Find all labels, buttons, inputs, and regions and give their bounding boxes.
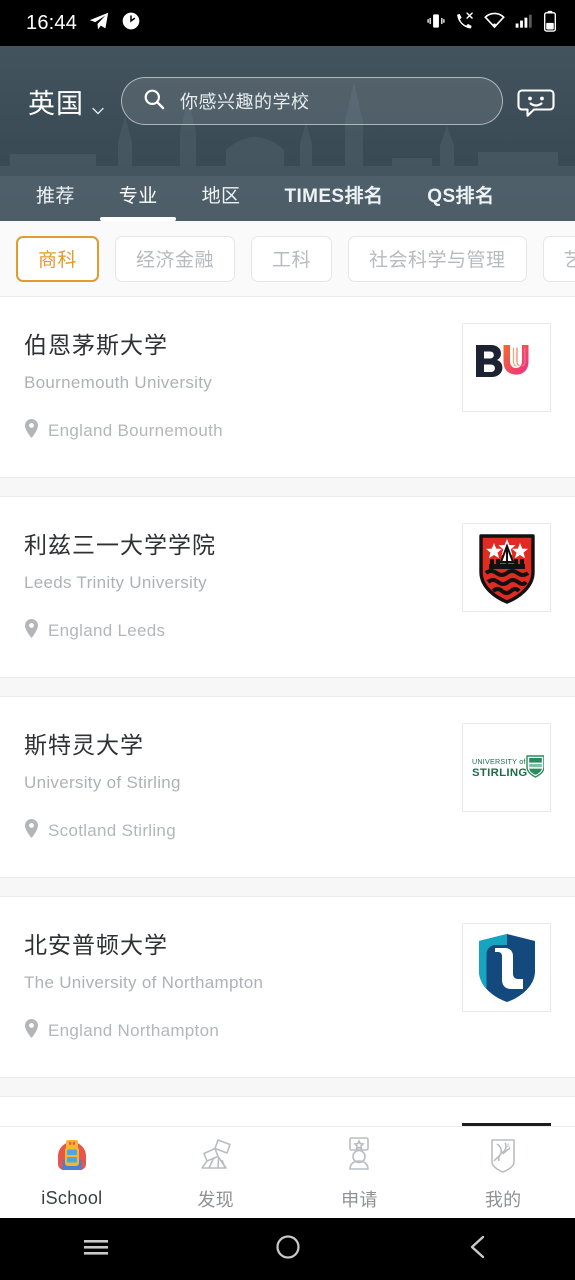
vibrate-icon	[426, 11, 446, 36]
certificate-icon	[339, 1134, 379, 1179]
list-separator	[0, 1077, 575, 1097]
search-input-placeholder[interactable]: 你感兴趣的学校	[180, 88, 310, 114]
school-logo	[462, 323, 551, 412]
map-pin-icon	[24, 819, 39, 843]
search-icon	[142, 87, 166, 116]
search-bar[interactable]: 你感兴趣的学校	[121, 77, 503, 125]
nav-item-profile[interactable]: A 我的	[431, 1127, 575, 1218]
bottom-navigation-bar: iSchool 发现 申请 A 我的	[0, 1126, 575, 1218]
school-info: 伯恩茅斯大学 Bournemouth University England Bo…	[24, 332, 223, 477]
school-logo	[462, 523, 551, 612]
status-bar-right	[426, 10, 557, 37]
map-pin-icon	[24, 1019, 39, 1043]
back-chevron-icon	[464, 1232, 494, 1267]
school-location-text: England Leeds	[48, 621, 166, 641]
home-circle-icon	[273, 1232, 303, 1267]
school-list-item[interactable]: 利兹三一大学学院 Leeds Trinity University Englan…	[0, 497, 575, 677]
chip-social-science-management[interactable]: 社会科学与管理	[348, 235, 527, 282]
backpack-icon	[52, 1136, 92, 1181]
android-home-button[interactable]	[192, 1232, 384, 1267]
telescope-icon	[196, 1134, 236, 1179]
map-pin-icon	[24, 419, 39, 443]
status-bar: 16:44	[0, 0, 575, 46]
school-list: 伯恩茅斯大学 Bournemouth University England Bo…	[0, 297, 575, 1151]
tab-times-ranking[interactable]: TIMES排名	[262, 181, 405, 221]
list-separator	[0, 677, 575, 697]
school-info: 利兹三一大学学院 Leeds Trinity University Englan…	[24, 532, 216, 677]
chip-business[interactable]: 商科	[16, 235, 100, 282]
nav-item-apply[interactable]: 申请	[288, 1127, 432, 1218]
tab-recommend[interactable]: 推荐	[14, 181, 97, 221]
android-menu-button[interactable]	[0, 1232, 192, 1267]
nav-label-profile: 我的	[484, 1189, 522, 1210]
app-header: 英国 你感兴趣的学校 推荐 专业 地区 TIMES排名 QS排名	[0, 46, 575, 221]
map-pin-icon	[24, 619, 39, 643]
battery-icon	[543, 10, 557, 37]
school-location-text: England Northampton	[48, 1021, 220, 1041]
chip-economics-finance[interactable]: 经济金融	[115, 235, 236, 282]
school-logo: UNIVERSITY of STIRLING	[462, 723, 551, 812]
leeds-trinity-university-logo	[478, 533, 535, 604]
chevron-down-icon	[91, 94, 105, 115]
nav-label-apply: 申请	[341, 1189, 378, 1210]
country-selector[interactable]: 英国	[28, 82, 105, 121]
school-list-item[interactable]: 北安普顿大学 The University of Northampton Eng…	[0, 897, 575, 1077]
school-location: England Leeds	[24, 619, 216, 643]
school-en-name: Bournemouth University	[24, 373, 213, 393]
university-of-stirling-logo: UNIVERSITY of STIRLING	[472, 754, 544, 779]
school-info: 斯特灵大学 University of Stirling Scotland St…	[24, 732, 181, 877]
telegram-icon	[88, 10, 110, 37]
status-bar-left: 16:44	[26, 10, 141, 37]
school-list-item[interactable]: 斯特灵大学 University of Stirling Scotland St…	[0, 697, 575, 877]
school-location: England Bournemouth	[24, 419, 223, 443]
android-navigation-bar	[0, 1218, 575, 1280]
tab-qs-ranking[interactable]: QS排名	[405, 181, 516, 221]
menu-icon	[81, 1232, 111, 1267]
stirling-logo-line2: STIRLING	[472, 767, 528, 779]
tab-region[interactable]: 地区	[180, 181, 263, 221]
school-en-name: Leeds Trinity University	[24, 573, 207, 593]
school-en-name: University of Stirling	[24, 773, 181, 793]
signal-icon	[514, 11, 534, 36]
school-logo	[462, 923, 551, 1012]
nav-item-discover[interactable]: 发现	[144, 1127, 288, 1218]
category-tab-bar: 推荐 专业 地区 TIMES排名 QS排名	[0, 156, 575, 221]
school-location: England Northampton	[24, 1019, 263, 1043]
tab-major[interactable]: 专业	[97, 181, 180, 221]
header-row: 英国 你感兴趣的学校	[0, 46, 575, 156]
school-en-name: The University of Northampton	[24, 973, 264, 993]
stirling-logo-line1: UNIVERSITY of	[472, 757, 526, 766]
school-location-text: Scotland Stirling	[48, 821, 176, 841]
bournemouth-university-logo	[475, 344, 528, 377]
chip-engineering[interactable]: 工科	[251, 235, 333, 282]
list-separator	[0, 477, 575, 497]
wifi-icon	[484, 10, 505, 36]
status-clock: 16:44	[26, 11, 78, 34]
clock-icon	[121, 11, 141, 36]
nav-label-discover: 发现	[197, 1189, 234, 1210]
country-label: 英国	[28, 88, 84, 119]
nav-label-ischool: iSchool	[41, 1188, 103, 1208]
chip-arts[interactable]: 艺术	[542, 235, 575, 282]
chat-smiley-icon[interactable]	[513, 78, 559, 124]
app-root: 16:44 英国 你感兴趣的学校 推荐 专业 地区 TIMES排名 QS排名 商…	[0, 0, 575, 1280]
school-cn-name: 北安普顿大学	[24, 932, 168, 958]
filter-chip-row[interactable]: 商科 经济金融 工科 社会科学与管理 艺术	[0, 221, 575, 297]
school-cn-name: 斯特灵大学	[24, 732, 144, 758]
school-info: 北安普顿大学 The University of Northampton Eng…	[24, 932, 264, 1077]
profile-icon: A	[483, 1134, 523, 1179]
school-location: Scotland Stirling	[24, 819, 181, 843]
university-of-northampton-logo	[478, 933, 535, 1002]
nav-item-ischool[interactable]: iSchool	[0, 1127, 144, 1218]
list-separator	[0, 877, 575, 897]
school-location-text: England Bournemouth	[48, 421, 223, 441]
svg-text:A: A	[506, 1144, 510, 1150]
school-cn-name: 伯恩茅斯大学	[24, 332, 168, 358]
android-back-button[interactable]	[383, 1232, 575, 1267]
missed-call-icon	[455, 11, 475, 36]
school-list-item[interactable]: 伯恩茅斯大学 Bournemouth University England Bo…	[0, 297, 575, 477]
school-cn-name: 利兹三一大学学院	[24, 532, 216, 558]
